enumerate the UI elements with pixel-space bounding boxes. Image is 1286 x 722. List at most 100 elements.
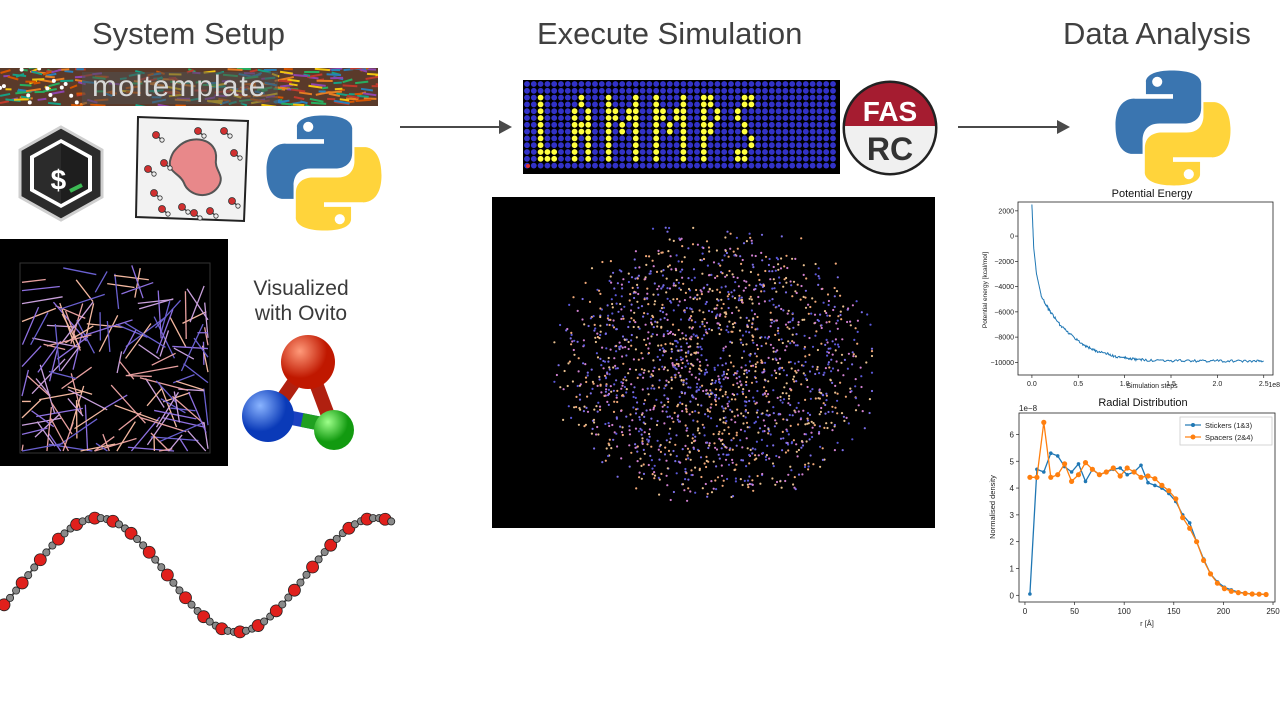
lammps-dot bbox=[530, 128, 537, 135]
particle bbox=[620, 381, 623, 384]
particle bbox=[634, 446, 637, 449]
spacer-bead bbox=[60, 529, 69, 538]
particle bbox=[807, 303, 810, 306]
particle bbox=[768, 257, 771, 261]
lammps-dot bbox=[605, 162, 612, 169]
particle bbox=[731, 410, 734, 413]
particle bbox=[818, 413, 821, 416]
particle bbox=[658, 379, 661, 382]
lammps-dot bbox=[830, 94, 836, 101]
particle bbox=[772, 265, 775, 269]
lammps-dot bbox=[544, 87, 551, 94]
particle bbox=[731, 461, 734, 464]
particle bbox=[755, 284, 758, 287]
particle bbox=[739, 380, 742, 383]
particle bbox=[750, 239, 753, 242]
particle bbox=[577, 423, 580, 426]
particle bbox=[811, 426, 814, 429]
particle bbox=[645, 409, 648, 412]
lammps-dot bbox=[524, 115, 530, 121]
particle bbox=[757, 295, 760, 299]
particle bbox=[767, 428, 770, 431]
particle bbox=[595, 352, 598, 355]
particle bbox=[630, 451, 633, 454]
lammps-dot bbox=[619, 87, 626, 94]
particle bbox=[634, 368, 638, 371]
particle bbox=[807, 468, 810, 471]
particle bbox=[679, 288, 682, 291]
particle bbox=[672, 490, 675, 494]
fiber bbox=[116, 421, 136, 452]
particle bbox=[804, 296, 807, 299]
lammps-dot bbox=[728, 149, 734, 155]
lammps-dot bbox=[755, 121, 762, 128]
lammps-dot bbox=[694, 135, 700, 142]
particle bbox=[748, 331, 751, 334]
header-system-setup: System Setup bbox=[92, 16, 285, 51]
particle bbox=[800, 446, 803, 449]
particle bbox=[759, 283, 762, 286]
lammps-dot bbox=[666, 135, 673, 142]
particle bbox=[653, 474, 657, 477]
lammps-dot bbox=[612, 101, 619, 108]
lammps-dot bbox=[598, 149, 605, 155]
particle bbox=[625, 379, 628, 382]
particle bbox=[628, 299, 631, 302]
lammps-dot bbox=[782, 121, 789, 128]
lammps-dot bbox=[646, 149, 653, 155]
particle bbox=[729, 232, 732, 235]
particle bbox=[642, 371, 645, 374]
particle bbox=[781, 366, 784, 369]
particle bbox=[782, 285, 785, 288]
particle bbox=[653, 366, 656, 369]
particle bbox=[614, 364, 617, 367]
particle bbox=[725, 420, 728, 423]
particle bbox=[690, 335, 693, 338]
particle bbox=[817, 397, 820, 400]
particle bbox=[741, 258, 744, 262]
particle bbox=[806, 385, 809, 389]
rd-point-1 bbox=[1207, 571, 1214, 577]
particle bbox=[830, 421, 833, 424]
particle bbox=[649, 270, 652, 273]
particle bbox=[752, 266, 755, 269]
particle bbox=[736, 408, 739, 411]
particle bbox=[694, 397, 697, 400]
lammps-dot bbox=[551, 121, 558, 128]
particle bbox=[751, 479, 754, 482]
particle bbox=[854, 327, 857, 330]
particle bbox=[620, 431, 624, 434]
lammps-dot bbox=[789, 108, 796, 115]
lammps-dot-lit bbox=[680, 121, 687, 128]
particle bbox=[696, 429, 699, 432]
lammps-dot-lit bbox=[700, 115, 707, 121]
particle bbox=[803, 433, 806, 436]
simulation-render bbox=[492, 197, 935, 528]
particle bbox=[662, 306, 666, 309]
lammps-dot bbox=[748, 87, 755, 94]
particle bbox=[836, 412, 839, 415]
particle bbox=[570, 331, 573, 334]
lammps-dot bbox=[728, 94, 734, 101]
lammps-dot-lit bbox=[605, 128, 612, 135]
lammps-dot-lit bbox=[741, 121, 748, 128]
lammps-dot bbox=[660, 128, 666, 135]
lammps-dot-lit bbox=[632, 142, 639, 149]
particle bbox=[807, 462, 810, 465]
particle bbox=[611, 302, 614, 306]
particle bbox=[631, 286, 634, 289]
particle bbox=[754, 376, 757, 380]
particle bbox=[795, 380, 798, 383]
particle bbox=[721, 374, 724, 377]
lammps-dot bbox=[748, 128, 755, 135]
particle bbox=[621, 355, 624, 358]
particle bbox=[605, 388, 608, 391]
particle bbox=[752, 489, 755, 492]
particle bbox=[790, 389, 793, 392]
rd-point-0 bbox=[1055, 454, 1060, 458]
lammps-dot bbox=[564, 94, 571, 101]
particle bbox=[757, 431, 760, 434]
particle bbox=[745, 383, 748, 387]
particle bbox=[734, 421, 737, 424]
particle bbox=[679, 401, 682, 404]
